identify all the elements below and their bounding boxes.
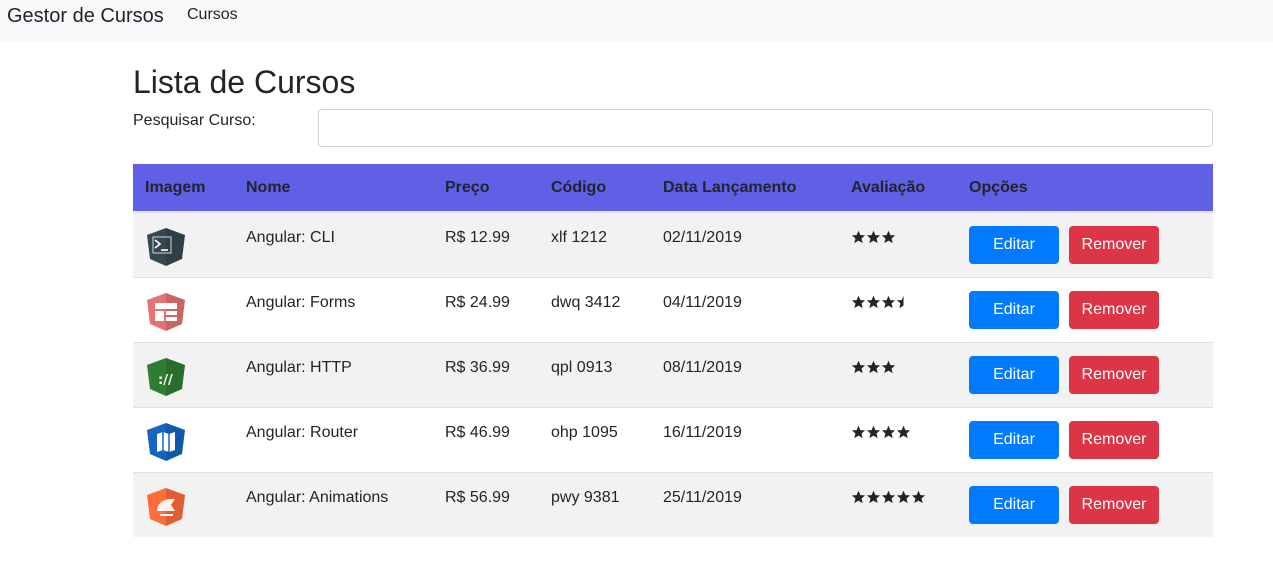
star-icon <box>881 230 896 244</box>
course-name: Angular: Animations <box>246 489 389 506</box>
star-icon <box>851 295 866 309</box>
course-price: R$ 46.99 <box>445 424 510 441</box>
course-options: Editar Remover <box>969 486 1159 524</box>
edit-button[interactable]: Editar <box>969 356 1059 394</box>
header-opcoes: Opções <box>969 179 1028 196</box>
svg-text:://: :// <box>158 373 173 388</box>
star-icon <box>881 425 896 439</box>
navbar: Gestor de Cursos Cursos <box>0 0 1273 42</box>
course-release-date: 25/11/2019 <box>663 489 742 506</box>
table-body: Angular: CLI R$ 12.99 xlf 1212 02/11/2019 Ed… <box>133 212 1213 537</box>
half-star-icon <box>896 295 911 309</box>
header-nome: Nome <box>246 179 291 196</box>
header-data: Data Lançamento <box>663 179 797 196</box>
edit-button[interactable]: Editar <box>969 291 1059 329</box>
animations-icon <box>145 487 187 527</box>
star-icon <box>866 490 881 504</box>
course-release-date: 08/11/2019 <box>663 359 742 376</box>
header-imagem: Imagem <box>145 179 206 196</box>
course-release-date: 16/11/2019 <box>663 424 742 441</box>
course-options: Editar Remover <box>969 421 1159 459</box>
courses-table: Imagem Nome Preço Código Data Lançamento… <box>133 164 1213 537</box>
course-price: R$ 12.99 <box>445 229 510 246</box>
course-name: Angular: HTTP <box>246 359 352 376</box>
course-code: dwq 3412 <box>551 294 621 311</box>
star-icon <box>866 230 881 244</box>
table-row: Angular: CLI R$ 12.99 xlf 1212 02/11/2019 Ed… <box>133 212 1213 277</box>
table-row: :// Angular: HTTP R$ 36.99 qpl 0913 08/11/20… <box>133 342 1213 407</box>
course-rating <box>851 425 911 439</box>
router-icon <box>145 422 187 462</box>
course-code: pwy 9381 <box>551 489 620 506</box>
cli-icon <box>145 227 187 267</box>
course-code: qpl 0913 <box>551 359 613 376</box>
star-icon <box>851 230 866 244</box>
course-rating <box>851 360 896 374</box>
course-code: xlf 1212 <box>551 229 608 246</box>
course-rating <box>851 230 896 244</box>
course-options: Editar Remover <box>969 226 1159 264</box>
star-icon <box>896 425 911 439</box>
table-row: Angular: Router R$ 46.99 ohp 1095 16/11/201… <box>133 407 1213 472</box>
search-input[interactable] <box>318 109 1213 147</box>
remove-button[interactable]: Remover <box>1069 486 1159 524</box>
header-codigo: Código <box>551 179 607 196</box>
course-price: R$ 24.99 <box>445 294 510 311</box>
star-icon <box>881 490 896 504</box>
forms-icon <box>145 292 187 332</box>
remove-button[interactable]: Remover <box>1069 421 1159 459</box>
edit-button[interactable]: Editar <box>969 486 1059 524</box>
header-avaliacao: Avaliação <box>851 179 926 196</box>
course-name: Angular: CLI <box>246 229 335 246</box>
nav-link-cursos[interactable]: Cursos <box>187 6 238 24</box>
table-row: Angular: Forms R$ 24.99 dwq 3412 04/11/2019… <box>133 277 1213 342</box>
star-icon <box>866 295 881 309</box>
navbar-brand[interactable]: Gestor de Cursos <box>7 5 164 27</box>
course-name: Angular: Forms <box>246 294 356 311</box>
course-price: R$ 36.99 <box>445 359 510 376</box>
course-options: Editar Remover <box>969 356 1159 394</box>
table-row: Angular: Animations R$ 56.99 pwy 9381 25/11… <box>133 472 1213 537</box>
star-icon <box>851 360 866 374</box>
search-label: Pesquisar Curso: <box>133 112 256 129</box>
remove-button[interactable]: Remover <box>1069 356 1159 394</box>
course-rating <box>851 490 926 504</box>
course-release-date: 04/11/2019 <box>663 294 742 311</box>
edit-button[interactable]: Editar <box>969 421 1059 459</box>
course-price: R$ 56.99 <box>445 489 510 506</box>
header-preco: Preço <box>445 179 490 196</box>
star-icon <box>866 360 881 374</box>
remove-button[interactable]: Remover <box>1069 226 1159 264</box>
star-icon <box>851 490 866 504</box>
star-icon <box>866 425 881 439</box>
course-release-date: 02/11/2019 <box>663 229 742 246</box>
course-name: Angular: Router <box>246 424 359 441</box>
remove-button[interactable]: Remover <box>1069 291 1159 329</box>
star-icon <box>881 360 896 374</box>
course-options: Editar Remover <box>969 291 1159 329</box>
http-icon: :// <box>145 357 187 397</box>
page-title: Lista de Cursos <box>133 64 356 100</box>
star-icon <box>896 490 911 504</box>
star-icon <box>881 295 896 309</box>
star-icon <box>911 490 926 504</box>
table-header: Imagem Nome Preço Código Data Lançamento… <box>133 164 1213 212</box>
course-rating <box>851 295 911 309</box>
star-icon <box>851 425 866 439</box>
course-code: ohp 1095 <box>551 424 618 441</box>
edit-button[interactable]: Editar <box>969 226 1059 264</box>
